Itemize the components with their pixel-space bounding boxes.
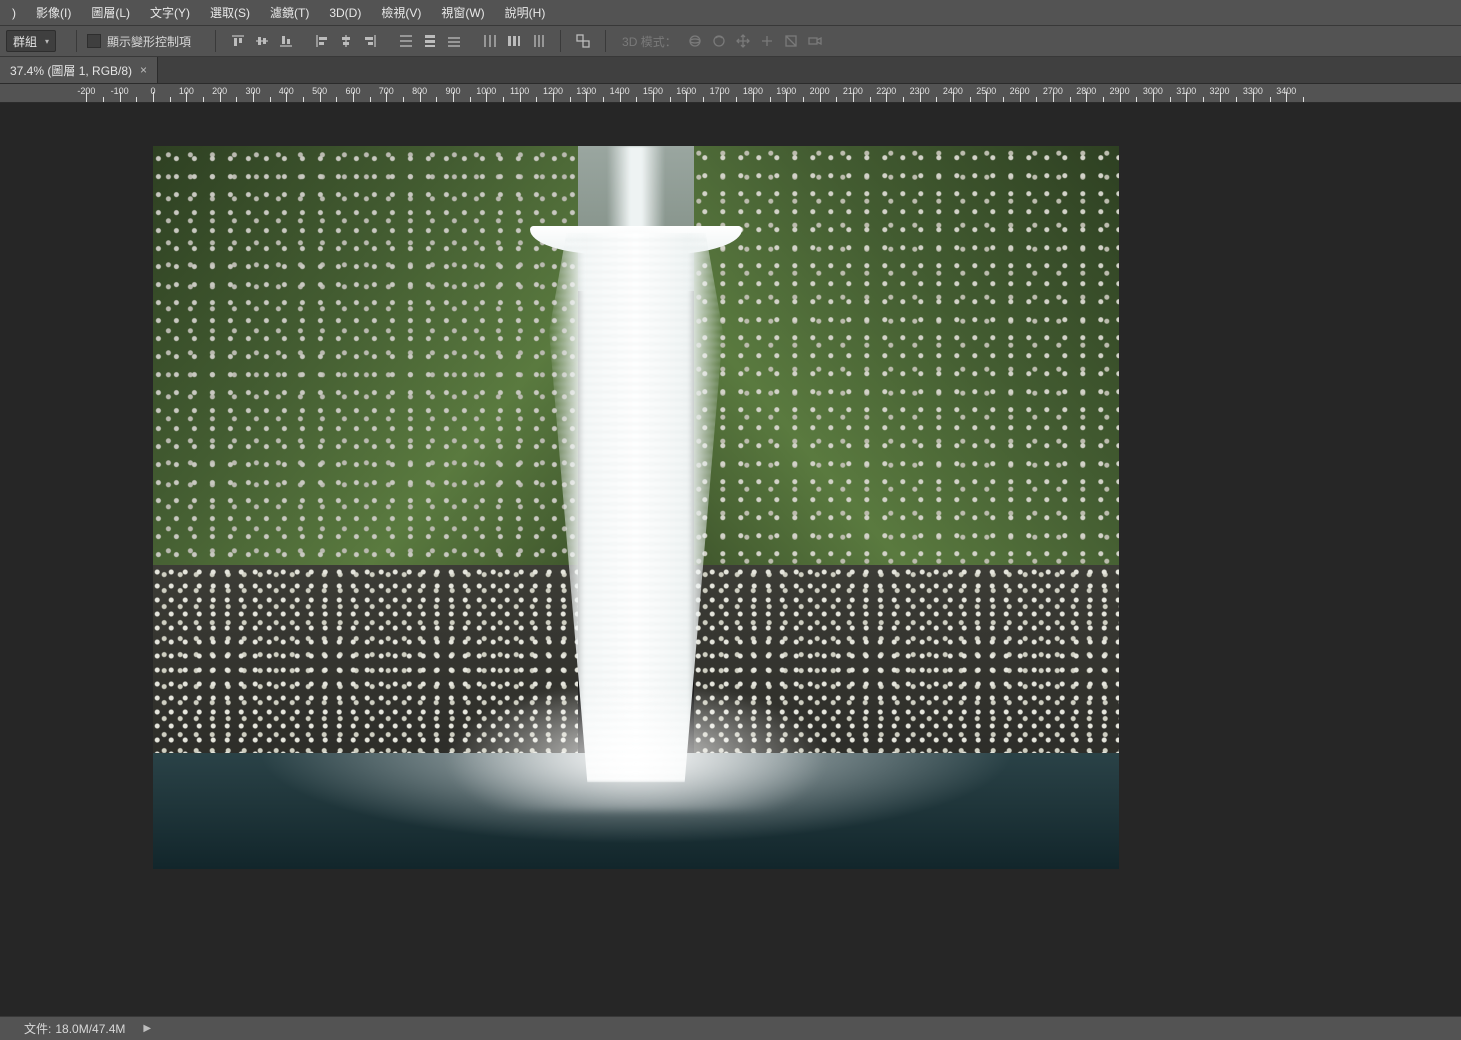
- ruler-tick-label: 500: [312, 86, 327, 96]
- 3d-slide-icon[interactable]: [757, 31, 777, 51]
- align-vertical-centers-icon[interactable]: [252, 31, 272, 51]
- ruler-tick-label: 3400: [1276, 86, 1296, 96]
- ruler-tick-label: 1200: [543, 86, 563, 96]
- ruler-tick-label: 1400: [610, 86, 630, 96]
- align-bottom-edges-icon[interactable]: [276, 31, 296, 51]
- status-value: 18.0M/47.4M: [55, 1022, 125, 1036]
- auto-select-value: 群組: [13, 33, 37, 50]
- image-canvas[interactable]: [153, 146, 1119, 869]
- ruler-tick-label: 3000: [1143, 86, 1163, 96]
- menu-item-view[interactable]: 檢視(V): [373, 1, 429, 24]
- ruler-tick-label: 900: [445, 86, 460, 96]
- 3d-scale-icon[interactable]: [781, 31, 801, 51]
- horizontal-ruler[interactable]: -200 -100 0 100 200 300 400 500 600 700 800 900 1000…: [0, 84, 1461, 103]
- ruler-tick-label: 300: [245, 86, 260, 96]
- ruler-tick-label: 2800: [1076, 86, 1096, 96]
- menu-item-layer[interactable]: 圖層(L): [83, 1, 138, 24]
- ruler-tick-label: 2700: [1043, 86, 1063, 96]
- ruler-tick-label: 600: [345, 86, 360, 96]
- ruler-tick-label: 1800: [743, 86, 763, 96]
- ruler-tick-label: 2100: [843, 86, 863, 96]
- menu-item-3d[interactable]: 3D(D): [321, 3, 369, 23]
- menu-item-image[interactable]: 影像(I): [28, 1, 79, 24]
- ruler-tick-label: 2400: [943, 86, 963, 96]
- auto-select-dropdown[interactable]: 群組 ▾: [6, 30, 56, 52]
- 3d-pan-icon[interactable]: [733, 31, 753, 51]
- separator: [215, 30, 216, 52]
- distribute-bottom-edges-icon[interactable]: [444, 31, 464, 51]
- ruler-tick-label: 2600: [1010, 86, 1030, 96]
- document-tab-title: 37.4% (圖層 1, RGB/8): [10, 62, 132, 79]
- 3d-camera-icon[interactable]: [805, 31, 825, 51]
- align-horizontal-centers-icon[interactable]: [336, 31, 356, 51]
- align-left-edges-icon[interactable]: [312, 31, 332, 51]
- distribute-vertical-centers-icon[interactable]: [420, 31, 440, 51]
- ruler-tick-label: 400: [279, 86, 294, 96]
- status-bar: 文件: 18.0M/47.4M ▶: [0, 1016, 1461, 1040]
- canvas-area[interactable]: [0, 103, 1461, 1021]
- document-tab-bar: 37.4% (圖層 1, RGB/8) ×: [0, 57, 1461, 84]
- status-flyout-icon[interactable]: ▶: [143, 1023, 151, 1034]
- distribute-left-edges-icon[interactable]: [480, 31, 500, 51]
- close-icon[interactable]: ×: [140, 63, 147, 77]
- ruler-tick-label: 2000: [810, 86, 830, 96]
- menu-item-type[interactable]: 文字(Y): [142, 1, 198, 24]
- ruler-tick-label: 2500: [976, 86, 996, 96]
- align-right-edges-icon[interactable]: [360, 31, 380, 51]
- ruler-tick-label: 3300: [1243, 86, 1263, 96]
- distribute-top-edges-icon[interactable]: [396, 31, 416, 51]
- ruler-tick-label: 1700: [710, 86, 730, 96]
- ruler-tick-label: 1900: [776, 86, 796, 96]
- menu-item-help[interactable]: 說明(H): [497, 1, 554, 24]
- ruler-tick-label: 0: [150, 86, 155, 96]
- show-transform-label: 顯示變形控制項: [107, 33, 191, 50]
- align-top-edges-icon[interactable]: [228, 31, 248, 51]
- show-transform-checkbox[interactable]: [87, 34, 101, 48]
- ruler-tick-label: 200: [212, 86, 227, 96]
- ruler-tick-label: 800: [412, 86, 427, 96]
- ruler-tick-label: 1600: [676, 86, 696, 96]
- menu-item-edit[interactable]: ): [4, 3, 24, 23]
- menu-item-select[interactable]: 選取(S): [202, 1, 258, 24]
- auto-align-icon[interactable]: [573, 31, 593, 51]
- ruler-tick-label: -100: [111, 86, 129, 96]
- ruler-tick-label: 2200: [876, 86, 896, 96]
- ruler-tick-label: 700: [379, 86, 394, 96]
- menu-bar: ) 影像(I) 圖層(L) 文字(Y) 選取(S) 濾鏡(T) 3D(D) 檢視…: [0, 0, 1461, 26]
- menu-item-filter[interactable]: 濾鏡(T): [262, 1, 317, 24]
- status-label: 文件:: [24, 1020, 51, 1037]
- separator: [605, 30, 606, 52]
- menu-item-window[interactable]: 視窗(W): [433, 1, 492, 24]
- 3d-roll-icon[interactable]: [709, 31, 729, 51]
- distribute-right-edges-icon[interactable]: [528, 31, 548, 51]
- ruler-tick-label: 1100: [510, 86, 529, 96]
- ruler-tick-label: 1000: [476, 86, 496, 96]
- chevron-down-icon: ▾: [45, 37, 49, 46]
- ruler-tick-label: 3100: [1176, 86, 1196, 96]
- ruler-tick-label: 2300: [910, 86, 930, 96]
- separator: [560, 30, 561, 52]
- canvas-content: [153, 146, 1119, 869]
- ruler-tick-label: 100: [179, 86, 194, 96]
- options-bar: 群組 ▾ 顯示變形控制項 3D 模式：: [0, 26, 1461, 57]
- 3d-mode-label: 3D 模式：: [622, 33, 677, 50]
- ruler-tick-label: 2900: [1110, 86, 1130, 96]
- distribute-horizontal-centers-icon[interactable]: [504, 31, 524, 51]
- ruler-tick-label: 1500: [643, 86, 663, 96]
- ruler-tick-label: -200: [77, 86, 95, 96]
- separator: [76, 30, 77, 52]
- 3d-orbit-icon[interactable]: [685, 31, 705, 51]
- ruler-tick-label: 3200: [1210, 86, 1230, 96]
- ruler-tick-label: 1300: [576, 86, 596, 96]
- document-tab[interactable]: 37.4% (圖層 1, RGB/8) ×: [0, 57, 158, 83]
